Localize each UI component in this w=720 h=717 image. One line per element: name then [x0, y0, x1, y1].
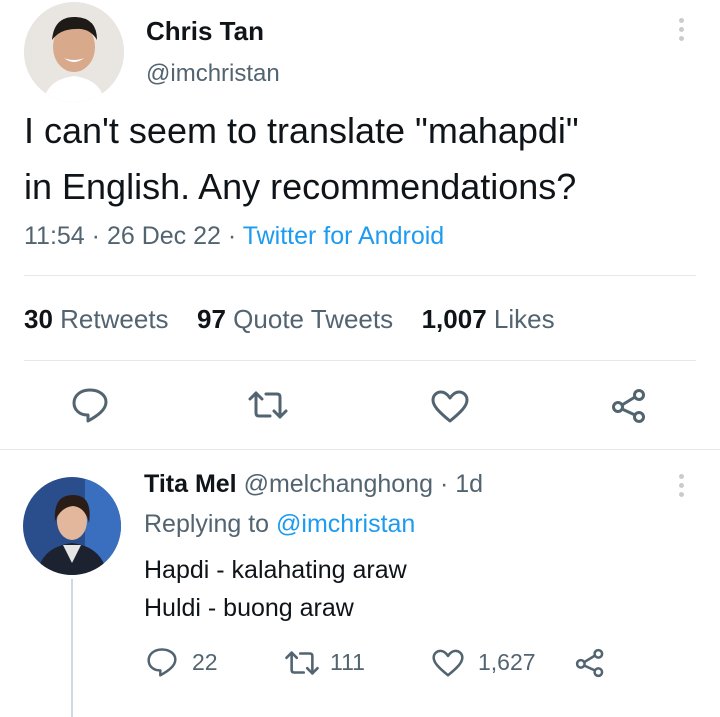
heart-icon[interactable]	[431, 390, 469, 424]
tweet-stats: 30 Retweets 97 Quote Tweets 1,007 Likes	[24, 304, 555, 335]
tweet-date[interactable]: 26 Dec 22	[107, 222, 221, 250]
retweet-count: 111	[330, 649, 365, 675]
likes-stat[interactable]: 1,007 Likes	[422, 304, 555, 334]
reply-header: Tita Mel @melchanghong · 1d	[144, 470, 483, 499]
reply-icon[interactable]	[71, 387, 109, 423]
replying-to: Replying to @imchristan	[144, 510, 415, 539]
heart-icon[interactable]	[432, 649, 464, 678]
avatar-photo	[23, 477, 121, 575]
retweets-stat[interactable]: 30 Retweets	[24, 304, 169, 334]
share-icon[interactable]	[610, 388, 648, 424]
tweet-text-line-1: I can't seem to translate "mahapdi"	[24, 110, 579, 151]
reply-author-avatar[interactable]	[23, 477, 121, 575]
like-count: 1,627	[478, 649, 536, 675]
author-name[interactable]: Chris Tan	[146, 16, 264, 47]
tweet-time[interactable]: 11:54	[24, 222, 85, 250]
reply-text-line-1: Hapdi - kalahating araw	[144, 556, 407, 584]
more-icon[interactable]	[679, 474, 684, 501]
reply-author-name[interactable]: Tita Mel	[144, 470, 237, 498]
tweet-text-line-2: in English. Any recommendations?	[24, 166, 577, 207]
reply-separator: ·	[439, 470, 449, 498]
meta-separator: ·	[91, 222, 100, 250]
reply-count: 22	[192, 649, 218, 675]
tweet-meta: 11:54 · 26 Dec 22 · Twitter for Android	[24, 222, 444, 251]
replying-to-handle[interactable]: @imchristan	[276, 510, 415, 538]
reply-icon[interactable]	[146, 647, 178, 677]
author-avatar[interactable]	[24, 2, 124, 102]
thread-line	[71, 579, 73, 717]
replying-to-label: Replying to	[144, 510, 270, 538]
divider	[24, 360, 696, 361]
meta-separator: ·	[227, 222, 237, 250]
reply-text-line-2: Huldi - buong araw	[144, 594, 354, 622]
divider	[24, 275, 696, 276]
tweet-source[interactable]: Twitter for Android	[243, 222, 444, 250]
reply-age[interactable]: 1d	[455, 470, 483, 498]
reply-author-handle[interactable]: @melchanghong	[244, 470, 433, 498]
author-handle[interactable]: @imchristan	[146, 60, 280, 88]
more-icon[interactable]	[679, 18, 684, 45]
quote-tweets-stat[interactable]: 97 Quote Tweets	[197, 304, 393, 334]
retweet-icon[interactable]	[246, 389, 290, 421]
avatar-photo	[24, 2, 124, 102]
retweet-icon[interactable]	[283, 649, 321, 677]
divider	[0, 449, 720, 450]
share-icon[interactable]	[574, 648, 606, 678]
